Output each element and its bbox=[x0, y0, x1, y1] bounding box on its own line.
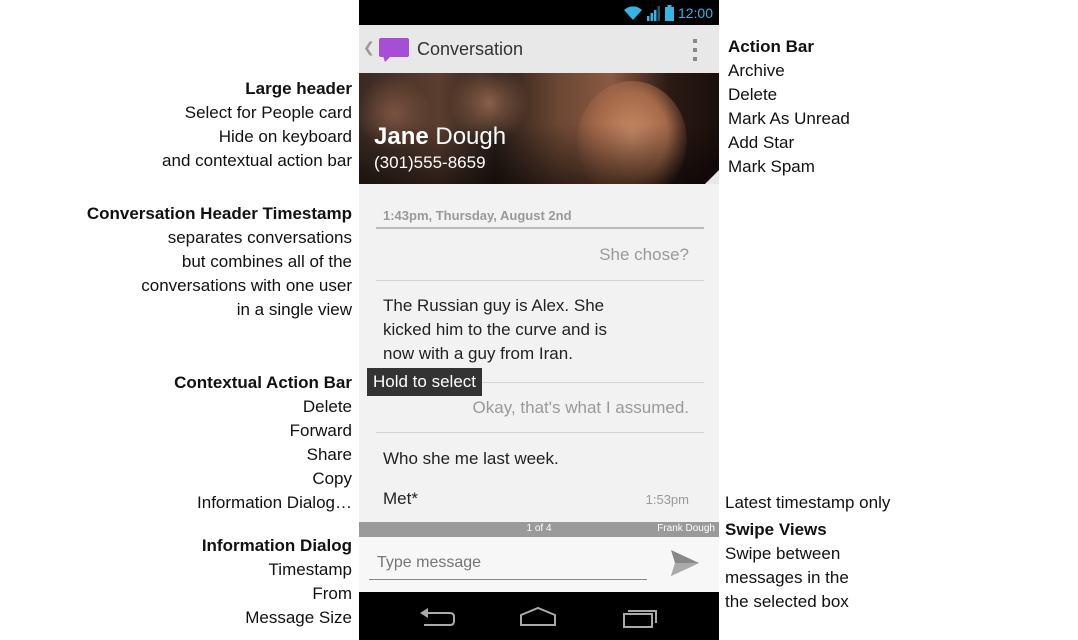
annotation-line: but combines all of the bbox=[181, 252, 352, 271]
annotation-line: Mark As Unread bbox=[728, 109, 850, 128]
annotation-line: Copy bbox=[312, 469, 352, 488]
annotation-header-timestamp: Conversation Header Timestamp separates … bbox=[87, 202, 352, 322]
message-incoming[interactable]: Met* bbox=[383, 487, 418, 511]
action-bar-title: Conversation bbox=[417, 39, 524, 59]
action-bar: ❮ Conversation bbox=[359, 25, 719, 74]
status-time: 12:00 bbox=[677, 5, 713, 21]
annotation-latest-timestamp: Latest timestamp only bbox=[725, 491, 890, 515]
compose-bar bbox=[359, 537, 719, 592]
annotation-line: Swipe between bbox=[725, 544, 841, 563]
annotation-line: Forward bbox=[289, 421, 352, 440]
annotation-line: and contextual action bar bbox=[162, 151, 352, 170]
quick-contact-corner bbox=[705, 170, 719, 184]
contact-last-name: Dough bbox=[435, 123, 507, 150]
annotation-contextual-action-bar: Contextual Action Bar Delete Forward Sha… bbox=[174, 371, 352, 515]
home-icon[interactable] bbox=[518, 605, 558, 629]
overflow-menu-icon[interactable] bbox=[691, 37, 699, 63]
annotation-title: Conversation Header Timestamp bbox=[86, 204, 352, 223]
annotation-line: Delete bbox=[728, 85, 778, 104]
latest-timestamp: 1:53pm bbox=[645, 492, 689, 507]
contact-first-name: Jane bbox=[374, 123, 429, 150]
status-bar: 12:00 bbox=[359, 0, 719, 25]
annotation-line: Information Dialog… bbox=[197, 493, 352, 512]
annotation-line: From bbox=[312, 584, 352, 603]
message-incoming[interactable]: Who she me last week. bbox=[383, 447, 559, 471]
annotation-line: conversations with one user bbox=[141, 276, 352, 295]
contact-phone-number: (301)555-8659 bbox=[374, 153, 486, 172]
up-caret-icon[interactable]: ❮ bbox=[363, 39, 375, 56]
contact-header[interactable]: Jane Dough (301)555-8659 bbox=[359, 73, 719, 184]
navigation-bar bbox=[359, 592, 719, 640]
next-conversation-name: Frank Dough bbox=[657, 523, 715, 534]
annotation-title: Information Dialog bbox=[201, 536, 352, 555]
annotation-title: Large header bbox=[245, 79, 352, 98]
messaging-app-icon[interactable] bbox=[379, 38, 409, 62]
annotation-information-dialog: Information Dialog Timestamp From Messag… bbox=[202, 534, 352, 630]
recent-apps-icon[interactable] bbox=[620, 605, 660, 629]
annotation-large-header: Large header Select for People card Hide… bbox=[162, 77, 352, 173]
message-outgoing[interactable]: She chose? bbox=[599, 243, 689, 267]
contact-name: Jane Dough bbox=[374, 123, 506, 151]
annotation-swipe-views: Swipe Views Swipe between messages in th… bbox=[725, 518, 849, 614]
annotation-title: Swipe Views bbox=[725, 520, 827, 539]
hold-to-select-tooltip: Hold to select bbox=[367, 368, 482, 396]
message-line: The Russian guy is Alex. She bbox=[383, 296, 605, 315]
message-divider bbox=[376, 280, 704, 281]
timestamp-divider bbox=[376, 227, 704, 229]
phone-screen: 12:00 ❮ Conversation Jane Dough (301)555… bbox=[359, 0, 719, 640]
message-divider bbox=[376, 432, 704, 433]
annotation-line: Delete bbox=[302, 397, 352, 416]
message-outgoing[interactable]: Okay, that's what I assumed. bbox=[473, 396, 689, 420]
send-icon[interactable] bbox=[669, 548, 701, 578]
battery-icon bbox=[664, 5, 674, 21]
message-line: kicked him to the curve and is bbox=[383, 320, 607, 339]
wifi-icon bbox=[623, 6, 642, 20]
annotation-line: Archive bbox=[728, 61, 785, 80]
annotation-line: messages in the bbox=[725, 568, 849, 587]
message-incoming[interactable]: The Russian guy is Alex. She kicked him … bbox=[383, 294, 607, 366]
annotation-line: in a single view bbox=[236, 300, 352, 319]
annotation-line: Timestamp bbox=[268, 560, 352, 579]
annotation-action-bar: Action Bar Archive Delete Mark As Unread… bbox=[728, 35, 850, 179]
status-icons: 12:00 bbox=[623, 3, 713, 23]
signal-icon bbox=[646, 6, 660, 21]
annotation-title: Action Bar bbox=[728, 37, 814, 56]
annotation-line: the selected box bbox=[725, 592, 849, 611]
annotation-line: Select for People card bbox=[184, 103, 352, 122]
annotation-line: Message Size bbox=[245, 608, 352, 627]
annotation-line: Add Star bbox=[728, 133, 795, 152]
message-line: now with a guy from Iran. bbox=[383, 344, 573, 363]
annotation-line: separates conversations bbox=[167, 228, 352, 247]
annotation-line: Share bbox=[306, 445, 352, 464]
message-input[interactable] bbox=[369, 546, 647, 580]
annotation-line: Mark Spam bbox=[728, 157, 815, 176]
annotation-line: Latest timestamp only bbox=[725, 493, 891, 512]
annotation-line: Hide on keyboard bbox=[218, 127, 352, 146]
conversation-view: 1:43pm, Thursday, August 2nd She chose? … bbox=[359, 184, 719, 522]
swipe-view-indicator[interactable]: 1 of 4 Frank Dough bbox=[359, 522, 719, 537]
annotation-title: Contextual Action Bar bbox=[174, 373, 352, 392]
conversation-header-timestamp: 1:43pm, Thursday, August 2nd bbox=[383, 208, 572, 223]
back-icon[interactable] bbox=[418, 605, 458, 629]
